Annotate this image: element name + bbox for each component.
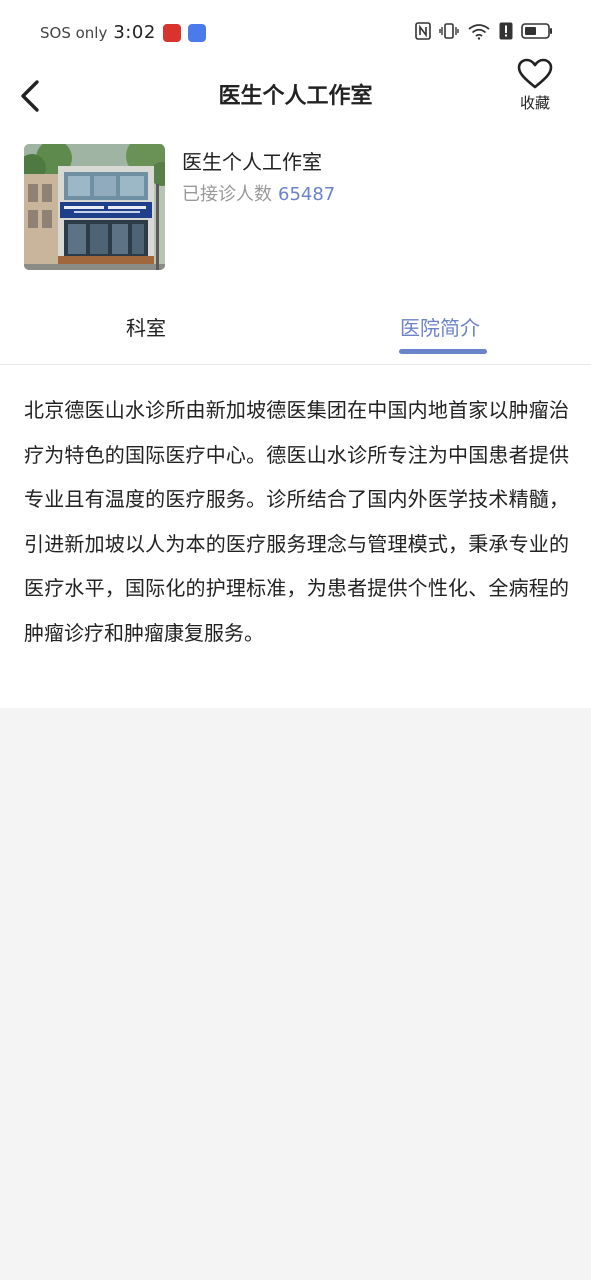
status-left: SOS only 3:02: [40, 22, 206, 43]
navigation-bar: 医生个人工作室 收藏: [0, 58, 591, 128]
tab-departments[interactable]: 科室: [126, 312, 166, 341]
notification-app-icon: [187, 23, 206, 42]
heart-icon: [517, 58, 553, 89]
clinic-storefront-image: [24, 144, 165, 270]
visits-label: 已接诊人数: [182, 184, 272, 205]
visits-count-row: 已接诊人数 65487: [182, 180, 335, 206]
status-right: [415, 22, 553, 40]
page-title: 医生个人工作室: [218, 84, 373, 109]
favorite-button[interactable]: 收藏: [513, 58, 557, 114]
visits-number: 65487: [278, 184, 336, 205]
hospital-introduction: 北京德医山水诊所由新加坡德医集团在中国内地首家以肿瘤治疗为特色的国际医疗中心。德…: [0, 366, 591, 708]
vibrate-icon: [439, 23, 459, 39]
wifi-icon: [468, 24, 490, 40]
hospital-name: 医生个人工作室: [182, 150, 322, 174]
nfc-icon: [415, 22, 431, 40]
hospital-photo[interactable]: [24, 144, 165, 270]
tab-bar: 科室 医院简介: [0, 298, 591, 364]
carrier-text: SOS only: [40, 23, 108, 42]
favorite-label: 收藏: [519, 94, 550, 112]
page: SOS only 3:02 医生个人工作室 收藏 医生个人工作室 已接诊人数 6…: [0, 0, 591, 1280]
tab-hospital-intro[interactable]: 医院简介: [400, 312, 480, 341]
clock: 3:02: [113, 22, 156, 43]
active-tab-indicator: [399, 349, 487, 354]
status-bar: SOS only 3:02: [0, 0, 591, 64]
alert-icon: [499, 22, 513, 40]
introduction-text: 北京德医山水诊所由新加坡德医集团在中国内地首家以肿瘤治疗为特色的国际医疗中心。德…: [24, 398, 569, 645]
notification-app-icon: [162, 23, 181, 42]
tab-divider: [0, 364, 591, 365]
hospital-card: 医生个人工作室 已接诊人数 65487 科室 医院简介: [0, 128, 591, 366]
battery-icon: [521, 23, 552, 39]
